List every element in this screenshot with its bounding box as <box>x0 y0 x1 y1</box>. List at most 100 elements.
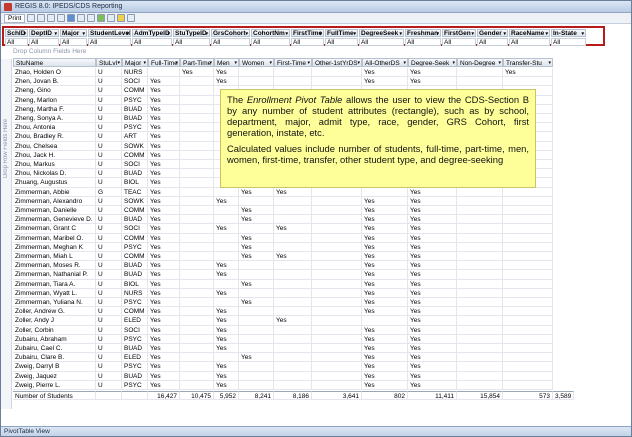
filter-value-studentlevel[interactable]: All <box>88 38 131 46</box>
field-list-icon[interactable] <box>107 14 116 22</box>
sort-descending-icon[interactable] <box>47 14 56 22</box>
column-header-part-time[interactable]: Part-Time ▾ <box>180 58 214 68</box>
dropdown-arrow-icon[interactable]: ▾ <box>403 59 406 66</box>
dropdown-arrow-icon[interactable]: ▾ <box>285 30 288 36</box>
dropdown-arrow-icon[interactable]: ▾ <box>357 59 360 66</box>
grid-cell <box>180 325 214 335</box>
chart-icon[interactable] <box>117 14 126 22</box>
dropdown-arrow-icon[interactable]: ▾ <box>117 59 120 66</box>
column-header-stulvl[interactable]: StuLvl ▾ <box>96 58 122 68</box>
grid-cell: U <box>96 288 122 298</box>
filter-field-degreeseek[interactable]: DegreeSeek ▾ <box>359 29 404 37</box>
filter-field-firstgen[interactable]: FirstGen ▾ <box>442 29 476 37</box>
drop-column-fields-zone[interactable]: Drop Column Fields Here <box>13 48 86 55</box>
filter-icon[interactable] <box>57 14 66 22</box>
filter-value-stutypeid[interactable]: All <box>173 38 210 46</box>
dropdown-arrow-icon[interactable]: ▾ <box>503 30 506 36</box>
grid-cell: U <box>96 353 122 363</box>
column-header-men[interactable]: Men ▾ <box>214 58 239 68</box>
dropdown-arrow-icon[interactable]: ▾ <box>452 59 455 66</box>
filter-field-firsttime[interactable]: FirstTime ▾ <box>291 29 324 37</box>
collapse-icon[interactable] <box>87 14 96 22</box>
filter-field-grscohort[interactable]: GrsCohort ▾ <box>211 29 250 37</box>
expand-icon[interactable] <box>77 14 86 22</box>
filter-value-cohortnm[interactable]: All <box>251 38 290 46</box>
dropdown-arrow-icon[interactable]: ▾ <box>167 30 170 36</box>
filter-field-fulltime[interactable]: FullTime ▾ <box>325 29 358 37</box>
grid-cell: Yes <box>274 187 312 197</box>
print-button[interactable]: Print <box>4 13 26 23</box>
dropdown-arrow-icon[interactable]: ▾ <box>471 30 474 36</box>
filter-value-grscohort[interactable]: All <box>211 38 250 46</box>
dropdown-arrow-icon[interactable]: ▾ <box>23 30 26 36</box>
grid-cell: Zweig, Darryl B <box>13 362 96 372</box>
grid-cell <box>503 215 553 225</box>
app-logo-icon <box>4 2 12 11</box>
filter-field-freshman[interactable]: Freshman ▾ <box>405 29 441 37</box>
dropdown-arrow-icon[interactable]: ▾ <box>54 30 57 36</box>
dropdown-arrow-icon[interactable]: ▾ <box>82 30 85 36</box>
dropdown-arrow-icon[interactable]: ▾ <box>436 30 439 36</box>
dropdown-arrow-icon[interactable]: ▾ <box>269 59 272 66</box>
dropdown-arrow-icon[interactable]: ▾ <box>245 30 248 36</box>
grid-cell <box>180 77 214 87</box>
dropdown-arrow-icon[interactable]: ▾ <box>399 30 402 36</box>
filter-value-firstgen[interactable]: All <box>442 38 476 46</box>
filter-value-major[interactable]: All <box>60 38 87 46</box>
filter-value-gender[interactable]: All <box>477 38 508 46</box>
column-header-full-time[interactable]: Full-Time ▾ <box>148 58 180 68</box>
filter-value-racename[interactable]: All <box>509 38 550 46</box>
filter-value-degreeseek[interactable]: All <box>359 38 404 46</box>
refresh-icon[interactable] <box>27 14 36 22</box>
dropdown-arrow-icon[interactable]: ▾ <box>353 30 356 36</box>
dropdown-arrow-icon[interactable]: ▾ <box>205 30 208 36</box>
column-header-major[interactable]: Major ▾ <box>122 58 148 68</box>
filter-value-admtypeid[interactable]: All <box>132 38 172 46</box>
dropdown-arrow-icon[interactable]: ▾ <box>581 30 584 36</box>
column-header-women[interactable]: Women ▾ <box>239 58 274 68</box>
filter-field-schid[interactable]: SchID ▾ <box>5 29 28 37</box>
grid-cell: U <box>96 86 122 96</box>
filter-field-admtypeid[interactable]: AdmTypeID ▾ <box>132 29 172 37</box>
dropdown-arrow-icon[interactable]: ▾ <box>126 30 129 36</box>
column-header-non-degree[interactable]: Non-Degree ▾ <box>457 58 503 68</box>
dropdown-arrow-icon[interactable]: ▾ <box>545 30 548 36</box>
filter-field-in-state[interactable]: In-State ▾ <box>551 29 586 37</box>
column-header-other-1styrds[interactable]: Other-1stYrDS ▾ <box>312 58 362 68</box>
filter-value-firsttime[interactable]: All <box>291 38 324 46</box>
filter-field-gender[interactable]: Gender ▾ <box>477 29 508 37</box>
filter-value-fulltime[interactable]: All <box>325 38 358 46</box>
properties-icon[interactable] <box>127 14 136 22</box>
filter-field-stutypeid[interactable]: StuTypeID ▾ <box>173 29 210 37</box>
column-header-first-time[interactable]: First-Time ▾ <box>274 58 312 68</box>
filter-field-deptid[interactable]: DeptID ▾ <box>29 29 59 37</box>
dropdown-arrow-icon[interactable]: ▾ <box>548 59 551 66</box>
grid-cell: Yes <box>148 261 180 271</box>
column-header-stuname[interactable]: StuName <box>13 58 96 68</box>
filter-field-cohortnm[interactable]: CohortNm ▾ <box>251 29 290 37</box>
dropdown-arrow-icon[interactable]: ▾ <box>143 59 146 66</box>
dropdown-arrow-icon[interactable]: ▾ <box>498 59 501 66</box>
dropdown-arrow-icon[interactable]: ▾ <box>175 59 178 66</box>
column-header-transfer-stu[interactable]: Transfer-Stu ▾ <box>503 58 553 68</box>
filter-field-major[interactable]: Major ▾ <box>60 29 87 37</box>
table-row: Zweig, Pierre L. U PSYC Yes Yes Yes Yes <box>13 380 563 390</box>
drop-row-fields-zone[interactable]: Drop Row Fields Here <box>1 59 12 409</box>
filter-value-freshman[interactable]: All <box>405 38 441 46</box>
filter-value-deptid[interactable]: All <box>29 38 59 46</box>
column-header-degree-seek[interactable]: Degree-Seek ▾ <box>408 58 457 68</box>
dropdown-arrow-icon[interactable]: ▾ <box>209 59 212 66</box>
filter-field-racename[interactable]: RaceName ▾ <box>509 29 550 37</box>
column-header-all-otherds[interactable]: All-OtherDS ▾ <box>362 58 408 68</box>
grid-cell: Yes <box>408 77 457 87</box>
grid-cell: BUAD <box>122 344 148 354</box>
help-icon[interactable] <box>67 14 76 22</box>
export-excel-icon[interactable] <box>97 14 106 22</box>
dropdown-arrow-icon[interactable]: ▾ <box>319 30 322 36</box>
filter-value-schid[interactable]: All <box>5 38 28 46</box>
dropdown-arrow-icon[interactable]: ▾ <box>234 59 237 66</box>
filter-field-studentlevel[interactable]: StudentLevel ▾ <box>88 29 131 37</box>
sort-ascending-icon[interactable] <box>37 14 46 22</box>
dropdown-arrow-icon[interactable]: ▾ <box>307 59 310 66</box>
filter-value-in-state[interactable]: All <box>551 38 586 46</box>
